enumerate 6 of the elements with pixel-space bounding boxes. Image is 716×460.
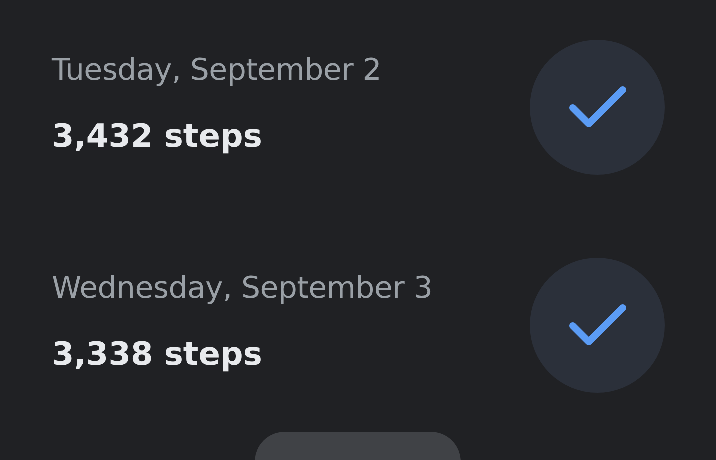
date-label: Wednesday, September 3 (52, 270, 433, 306)
checkmark-icon (568, 304, 626, 348)
date-label: Tuesday, September 2 (52, 52, 382, 88)
checkmark-icon (568, 86, 626, 130)
steps-count: 3,338 steps (52, 334, 264, 372)
steps-count: 3,432 steps (52, 116, 264, 154)
